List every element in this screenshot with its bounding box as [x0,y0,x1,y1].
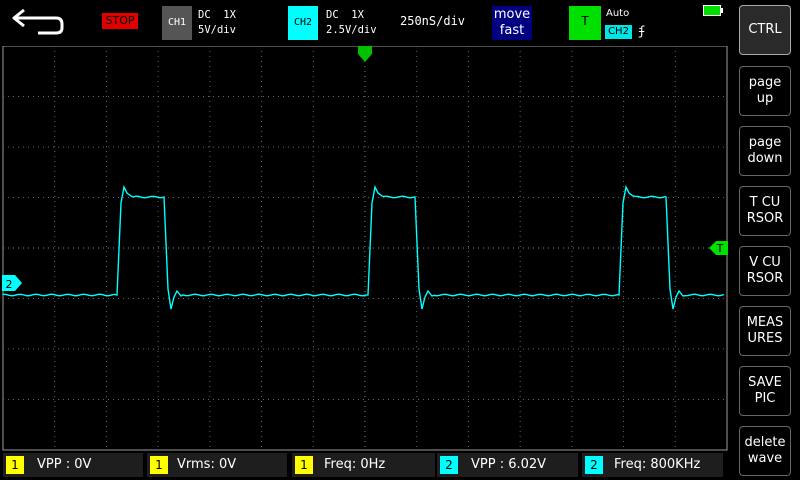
ch1-scale: 5V/div [198,24,236,36]
channel-badge: 1 [295,456,313,474]
v-cursor-button[interactable]: V CU RSOR [739,246,791,296]
measures-button[interactable]: MEAS URES [739,306,791,356]
ch2-reference-label: 2 [6,278,13,291]
trigger-level-label: T [716,242,724,255]
ch1-button[interactable]: CH1 [162,6,192,40]
delete-wave-button[interactable]: delete wave [739,426,791,476]
move-label: move [493,7,531,22]
measurement-ch1-vpp[interactable]: 1 VPP : 0V [3,453,143,477]
ch2-coupling: DC 1X [326,9,364,21]
move-speed: fast [499,23,525,38]
measurement-text: VPP : 6.02V [471,457,547,472]
waveform-display[interactable]: T 2 [0,46,730,452]
measurement-ch2-freq[interactable]: 2 Freq: 800KHz [582,453,723,477]
page-up-button[interactable]: page up [739,66,791,116]
measurement-ch2-vpp[interactable]: 2 VPP : 6.02V [437,453,578,477]
trigger-source: CH2 [605,25,632,39]
measurement-text: Vrms: 0V [177,457,237,472]
ch1-coupling: DC 1X [198,9,236,21]
trigger-position-marker[interactable] [358,46,372,62]
ch2-reference-marker[interactable]: 2 [2,275,22,291]
ch2-scale: 2.5V/div [326,24,377,36]
trigger-button[interactable]: T [569,6,601,40]
back-arrow-icon[interactable] [10,6,64,36]
run-stop-badge[interactable]: STOP [102,13,138,29]
timebase-readout[interactable]: 250nS/div [400,14,465,28]
measurement-text: VPP : 0V [37,457,92,472]
channel-badge: 1 [6,456,24,474]
save-pic-button[interactable]: SAVE PIC [739,366,791,416]
graticule [2,46,728,451]
trigger-level-marker[interactable]: T [709,241,728,255]
measurement-ch1-vrms[interactable]: 1 Vrms: 0V [147,453,287,477]
move-speed-button[interactable]: move fast [492,6,532,40]
channel-badge: 2 [440,456,458,474]
trigger-edge-icon: ʄ [638,24,646,38]
battery-icon [703,5,723,16]
t-cursor-button[interactable]: T CU RSOR [739,186,791,236]
trigger-mode: Auto [606,8,630,19]
channel-badge: 1 [150,456,168,474]
ch2-button[interactable]: CH2 [288,6,318,40]
measurement-text: Freq: 800KHz [614,457,701,472]
ch1-settings: DC 1X 5V/div [198,8,236,38]
measurement-text: Freq: 0Hz [324,457,386,472]
page-down-button[interactable]: page down [739,126,791,176]
measurement-ch1-freq[interactable]: 1 Freq: 0Hz [292,453,435,477]
channel-badge: 2 [585,456,603,474]
ctrl-button[interactable]: CTRL [739,5,791,55]
ch2-settings: DC 1X 2.5V/div [326,8,377,38]
